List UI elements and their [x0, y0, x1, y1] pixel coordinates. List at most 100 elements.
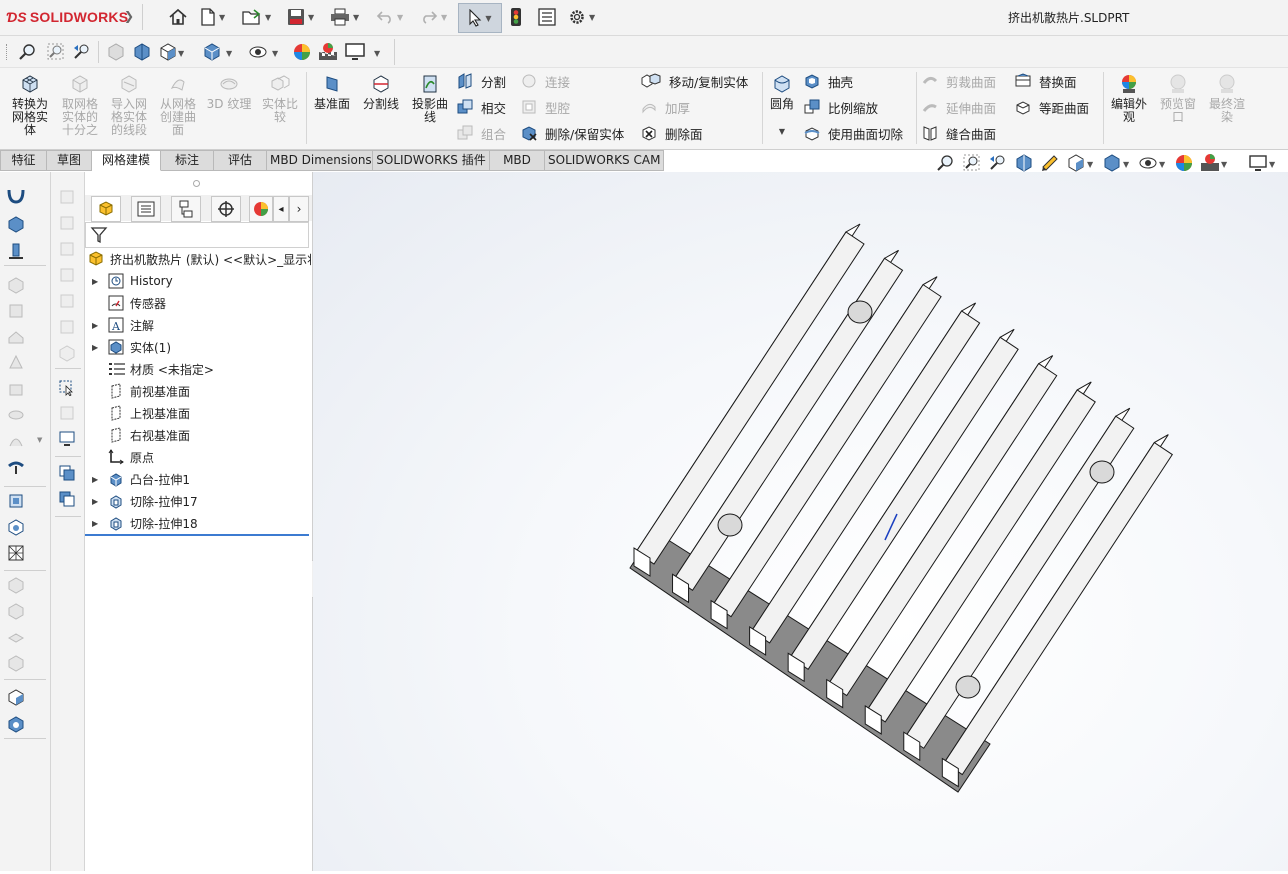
edit-appearance-icon[interactable]: [292, 42, 312, 65]
tab-markup[interactable]: 标注: [161, 150, 214, 171]
expand-arrow-icon[interactable]: ▶: [92, 497, 102, 506]
disabled-tool-icon[interactable]: [58, 240, 76, 258]
dynamic-annotation-icon[interactable]: [132, 42, 152, 65]
tree-item-cut-extrude18[interactable]: ▶ 切除-拉伸18: [85, 512, 312, 534]
select-mesh-icon[interactable]: [58, 378, 76, 397]
tab-evaluate[interactable]: 评估: [214, 150, 267, 171]
mesh-body-icon[interactable]: [7, 215, 25, 233]
solidworks-logo[interactable]: ƊS SOLIDWORKS: [6, 9, 128, 25]
tree-item-annotations[interactable]: ▶ A 注解: [85, 314, 312, 336]
tree-item-right-plane[interactable]: 右视基准面: [85, 424, 312, 446]
zoom-area-icon[interactable]: [46, 42, 66, 65]
chevron-down-icon[interactable]: ▼: [353, 13, 359, 22]
body-compare-button[interactable]: 实体比较: [257, 74, 303, 124]
split-line-button[interactable]: 分割线: [358, 74, 404, 111]
display-manager-tab[interactable]: [249, 196, 273, 222]
disabled-tool-icon[interactable]: [7, 328, 25, 346]
shell-button[interactable]: 抽壳: [804, 71, 853, 91]
tab-mbd-dimensions[interactable]: MBD Dimensions: [267, 150, 373, 171]
chevron-down-icon[interactable]: ▼: [265, 13, 271, 22]
panel-grip-dot[interactable]: [193, 180, 200, 187]
grip-handle[interactable]: [6, 44, 9, 60]
view-settings-icon[interactable]: ▼: [344, 42, 384, 65]
tree-item-sensors[interactable]: 传感器: [85, 292, 312, 314]
surface-from-mesh-button[interactable]: 从网格 创建曲面: [155, 74, 201, 137]
configuration-manager-tab[interactable]: [171, 196, 201, 222]
trim-surface-button[interactable]: 剪裁曲面: [922, 71, 996, 91]
expand-arrow-icon[interactable]: ▶: [92, 343, 102, 352]
chevron-down-icon[interactable]: ▼: [308, 13, 314, 22]
tab-features[interactable]: 特征: [0, 150, 47, 171]
chevron-down-icon[interactable]: ▼: [441, 13, 447, 22]
knit-surface-button[interactable]: 缝合曲面: [922, 123, 996, 143]
chevron-down-icon[interactable]: ▼: [219, 13, 225, 22]
scroll-tabs-left-icon[interactable]: ◂: [273, 196, 289, 222]
tree-item-history[interactable]: ▶ History: [85, 270, 312, 292]
rollback-bar[interactable]: [85, 534, 309, 536]
disabled-tool-icon[interactable]: [7, 354, 25, 372]
tab-mesh-modeling[interactable]: 网格建模: [92, 150, 161, 171]
scale-button[interactable]: 比例缩放: [804, 97, 878, 117]
chevron-down-icon[interactable]: ▼: [485, 14, 491, 23]
zoom-to-fit-icon[interactable]: [18, 42, 38, 65]
disabled-tool-icon[interactable]: [58, 318, 76, 336]
tree-root-part[interactable]: 挤出机散热片 (默认) <<默认>_显示状: [87, 248, 311, 270]
scene-icon[interactable]: [318, 42, 338, 65]
segment-imported-mesh-button[interactable]: 导入网 格实体 的线段: [106, 74, 152, 137]
home-icon[interactable]: [168, 6, 188, 28]
mesh-vertex-icon[interactable]: [7, 518, 25, 536]
fillet-button[interactable]: 圆角 ▼: [764, 74, 800, 138]
extrude-icon[interactable]: [7, 242, 25, 260]
surface-cut-button[interactable]: 使用曲面切除: [804, 123, 903, 143]
extend-surface-button[interactable]: 延伸曲面: [922, 97, 996, 117]
open-file-button[interactable]: ▼: [242, 6, 271, 28]
edit-appearance-button[interactable]: 编辑外观: [1106, 74, 1152, 124]
chevron-down-icon[interactable]: ▼: [589, 13, 595, 22]
disabled-tool-icon[interactable]: [7, 576, 25, 594]
tree-item-boss-extrude1[interactable]: ▶ 凸台-拉伸1: [85, 468, 312, 490]
mesh-facet-icon[interactable]: [7, 544, 25, 562]
disabled-tool-icon[interactable]: [58, 344, 76, 362]
decimate-mesh-button[interactable]: 取网格 实体的 十分之: [57, 74, 103, 137]
dimxpert-manager-tab[interactable]: [211, 196, 241, 222]
copy-mesh-icon[interactable]: [58, 464, 76, 482]
delete-face-button[interactable]: 删除面: [641, 123, 703, 143]
tree-item-front-plane[interactable]: 前视基准面: [85, 380, 312, 402]
tab-solidworks-addins[interactable]: SOLIDWORKS 插件: [373, 150, 490, 171]
featuremanager-tree-tab[interactable]: [91, 196, 121, 222]
disabled-tool-icon[interactable]: [7, 628, 25, 646]
disabled-tool-icon[interactable]: [58, 404, 76, 422]
3d-texture-button[interactable]: 3D 纹理: [204, 74, 254, 111]
cavity-button[interactable]: 型腔: [521, 97, 570, 117]
property-manager-tab[interactable]: [131, 196, 161, 222]
mesh-repair-icon[interactable]: [7, 715, 25, 733]
intersect-button[interactable]: 相交: [457, 97, 506, 117]
mesh-check-icon[interactable]: [7, 688, 25, 706]
projected-curve-button[interactable]: 投影曲线: [407, 74, 453, 124]
view-orientation-icon[interactable]: ▼: [158, 42, 186, 65]
display-style-icon[interactable]: ▼: [202, 42, 238, 65]
tree-filter-field[interactable]: [85, 222, 309, 248]
thicken-button[interactable]: 加厚: [641, 97, 690, 117]
filter-icon[interactable]: [90, 226, 108, 247]
tree-item-cut-extrude17[interactable]: ▶ 切除-拉伸17: [85, 490, 312, 512]
disabled-tool-icon[interactable]: [7, 302, 25, 320]
select-button[interactable]: ▼: [458, 3, 502, 33]
expand-arrow-icon[interactable]: ▶: [92, 321, 102, 330]
tree-item-material[interactable]: 材质 <未指定>: [85, 358, 312, 380]
delete-keep-body-button[interactable]: 删除/保留实体: [521, 123, 624, 143]
file-properties-icon[interactable]: [538, 6, 556, 28]
heatsink-model[interactable]: [313, 172, 1288, 871]
disabled-tool-icon[interactable]: [7, 276, 25, 294]
disabled-tool-icon[interactable]: [58, 188, 76, 206]
scroll-tabs-right-icon[interactable]: ›: [289, 196, 309, 222]
options-gear-icon[interactable]: ▼: [568, 6, 595, 28]
disabled-tool-icon[interactable]: [7, 380, 25, 398]
save-button[interactable]: ▼: [287, 6, 314, 28]
paste-mesh-icon[interactable]: [58, 490, 76, 508]
tree-item-top-plane[interactable]: 上视基准面: [85, 402, 312, 424]
disabled-tool-icon[interactable]: [7, 602, 25, 620]
hide-show-items-icon[interactable]: ▼: [248, 42, 284, 65]
chevron-right-icon[interactable]: ❯: [124, 9, 134, 23]
disabled-tool-icon[interactable]: [58, 292, 76, 310]
